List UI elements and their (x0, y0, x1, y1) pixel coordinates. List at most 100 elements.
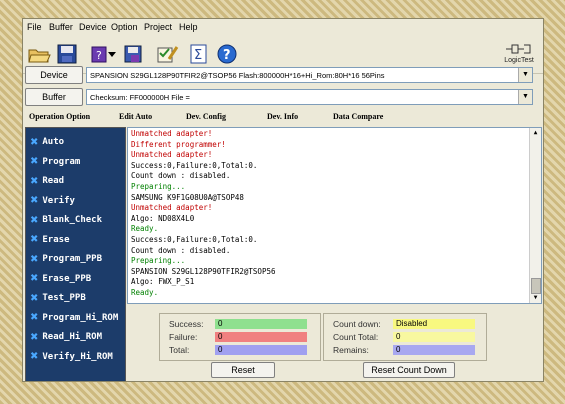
failure-value: 0 (215, 332, 307, 342)
save-chip-icon[interactable] (119, 40, 147, 68)
scroll-up-icon[interactable]: ▲ (530, 128, 541, 138)
dropdown-arrow-icon[interactable] (107, 40, 117, 68)
device-button[interactable]: Device (25, 66, 83, 84)
app-window: File Buffer Device Option Project Help ? (22, 18, 544, 382)
operation-x-icon: ✖ (30, 156, 39, 167)
log-line: SPANSION S29GL128P90TFIR2@TSOP56 (131, 266, 276, 276)
log-line: Algo: FWX_P_S1 (131, 277, 195, 287)
tab-dev-info[interactable]: Dev. Info (267, 112, 298, 121)
operation-x-icon: ✖ (30, 175, 39, 187)
svg-text:Σ: Σ (194, 48, 202, 63)
operation-label: Read (42, 176, 65, 186)
chevron-down-icon[interactable]: ▼ (518, 68, 532, 82)
buffer-select-value: Checksum: FF000000H File = (90, 93, 190, 102)
operation-x-icon: ✖ (30, 136, 39, 148)
open-folder-icon[interactable] (25, 40, 53, 68)
count-total-value: 0 (393, 332, 475, 342)
chevron-down-icon[interactable]: ▼ (518, 90, 532, 104)
operation-label: Program_Hi_ROM (42, 312, 119, 323)
log-line: Count down : disabled. (131, 171, 231, 181)
reset-button[interactable]: Reset (211, 362, 275, 378)
operation-item[interactable]: ✖ Blank_Check (30, 211, 102, 229)
operation-x-icon: ✖ (30, 234, 39, 245)
success-label: Success: (169, 319, 204, 329)
log-line: Algo: ND08X4L0 (131, 213, 195, 223)
count-total-label: Count Total: (333, 332, 379, 342)
operation-item[interactable]: ✖ Read (30, 172, 64, 190)
statistics-panel: Success: 0 Failure: 0 Total: 0 Count dow… (127, 307, 542, 380)
log-line: Preparing... (131, 181, 186, 191)
log-line: Different programmer! (131, 139, 226, 149)
log-line: Unmatched adapter! (131, 150, 213, 160)
operation-item[interactable]: ✖ Verify (30, 192, 75, 210)
log-line: Success:0,Failure:0,Total:0. (131, 160, 258, 170)
total-value: 0 (215, 345, 307, 355)
operation-label: Auto (42, 137, 65, 147)
buffer-button[interactable]: Buffer (25, 88, 83, 106)
tab-bar: Operation Option Edit Auto Dev. Config D… (23, 109, 543, 125)
operation-item[interactable]: ✖ Erase_PPB (30, 270, 91, 288)
log-line: Ready. (131, 224, 159, 234)
operation-item[interactable]: ✖ Program_PPB (30, 250, 102, 268)
operation-x-icon: ✖ (30, 331, 39, 343)
operation-label: Program (42, 156, 81, 167)
success-value: 0 (215, 319, 307, 329)
log-line: Ready. (131, 287, 159, 297)
menu-option[interactable]: Option (111, 22, 138, 32)
tab-dev-config[interactable]: Dev. Config (186, 112, 226, 121)
operation-x-icon: ✖ (30, 351, 39, 362)
operation-label: Read_Hi_ROM (42, 332, 102, 342)
scroll-thumb[interactable] (531, 278, 541, 294)
operation-x-icon: ✖ (30, 253, 39, 265)
menu-bar: File Buffer Device Option Project Help (23, 19, 543, 37)
svg-text:?: ? (223, 48, 231, 63)
operation-label: Erase_PPB (42, 273, 92, 284)
operation-panel: ✖ Auto ✖ Program ✖ Read ✖ Verify ✖ Blank_Check ✖ Er… (25, 127, 126, 381)
tab-operation-option[interactable]: Operation Option (29, 112, 90, 121)
buffer-select[interactable]: Checksum: FF000000H File = ▼ (86, 89, 533, 105)
menu-device[interactable]: Device (79, 22, 107, 32)
log-scrollbar[interactable]: ▲ ▼ (529, 128, 541, 303)
log-line: Success:0,Failure:0,Total:0. (131, 234, 258, 244)
checksum-sigma-icon[interactable]: Σ (185, 40, 213, 68)
operation-item[interactable]: ✖ Program (30, 153, 80, 171)
device-row: Device SPANSION S29GL128P90TFIR2@TSOP56 … (23, 65, 543, 87)
buffer-row: Buffer Checksum: FF000000H File = ▼ (23, 87, 543, 109)
operation-x-icon: ✖ (30, 273, 39, 284)
operation-x-icon: ✖ (30, 292, 39, 304)
device-select[interactable]: SPANSION S29GL128P90TFIR2@TSOP56 Flash:8… (86, 67, 533, 83)
operation-item[interactable]: ✖ Test_PPB (30, 289, 86, 307)
operation-label: Erase (42, 234, 70, 245)
operation-item[interactable]: ✖ Erase (30, 231, 69, 249)
save-disk-icon[interactable] (53, 40, 81, 68)
menu-file[interactable]: File (27, 22, 42, 32)
remains-label: Remains: (333, 345, 369, 355)
menu-project[interactable]: Project (144, 22, 172, 32)
operation-label: Blank_Check (42, 215, 102, 225)
scroll-down-icon[interactable]: ▼ (530, 293, 541, 303)
operation-item[interactable]: ✖ Program_Hi_ROM (30, 309, 118, 327)
svg-text:?: ? (96, 49, 102, 62)
operation-item[interactable]: ✖ Read_Hi_ROM (30, 328, 102, 346)
tab-data-compare[interactable]: Data Compare (333, 112, 383, 121)
countdown-value: Disabled (393, 319, 475, 329)
device-select-value: SPANSION S29GL128P90TFIR2@TSOP56 Flash:8… (90, 71, 385, 80)
log-line: Unmatched adapter! (131, 203, 213, 213)
operation-label: Verify (42, 195, 75, 206)
log-line: Preparing... (131, 256, 186, 266)
menu-help[interactable]: Help (179, 22, 198, 32)
failure-label: Failure: (169, 332, 198, 342)
help-icon[interactable]: ? (213, 40, 241, 68)
reset-countdown-button[interactable]: Reset Count Down (363, 362, 455, 378)
tab-edit-auto[interactable]: Edit Auto (119, 112, 152, 121)
log-line: Count down : disabled. (131, 245, 231, 255)
operation-label: Verify_Hi_ROM (42, 351, 113, 362)
operation-item[interactable]: ✖ Auto (30, 133, 64, 151)
log-line: Unmatched adapter! (131, 129, 213, 138)
menu-buffer[interactable]: Buffer (49, 22, 73, 32)
log-output: Unmatched adapter! Different programmer! U… (127, 127, 542, 304)
operation-item[interactable]: ✖ Verify_Hi_ROM (30, 348, 113, 366)
operation-x-icon: ✖ (30, 214, 39, 226)
edit-checklist-icon[interactable] (153, 40, 181, 68)
operation-label: Test_PPB (42, 293, 86, 303)
